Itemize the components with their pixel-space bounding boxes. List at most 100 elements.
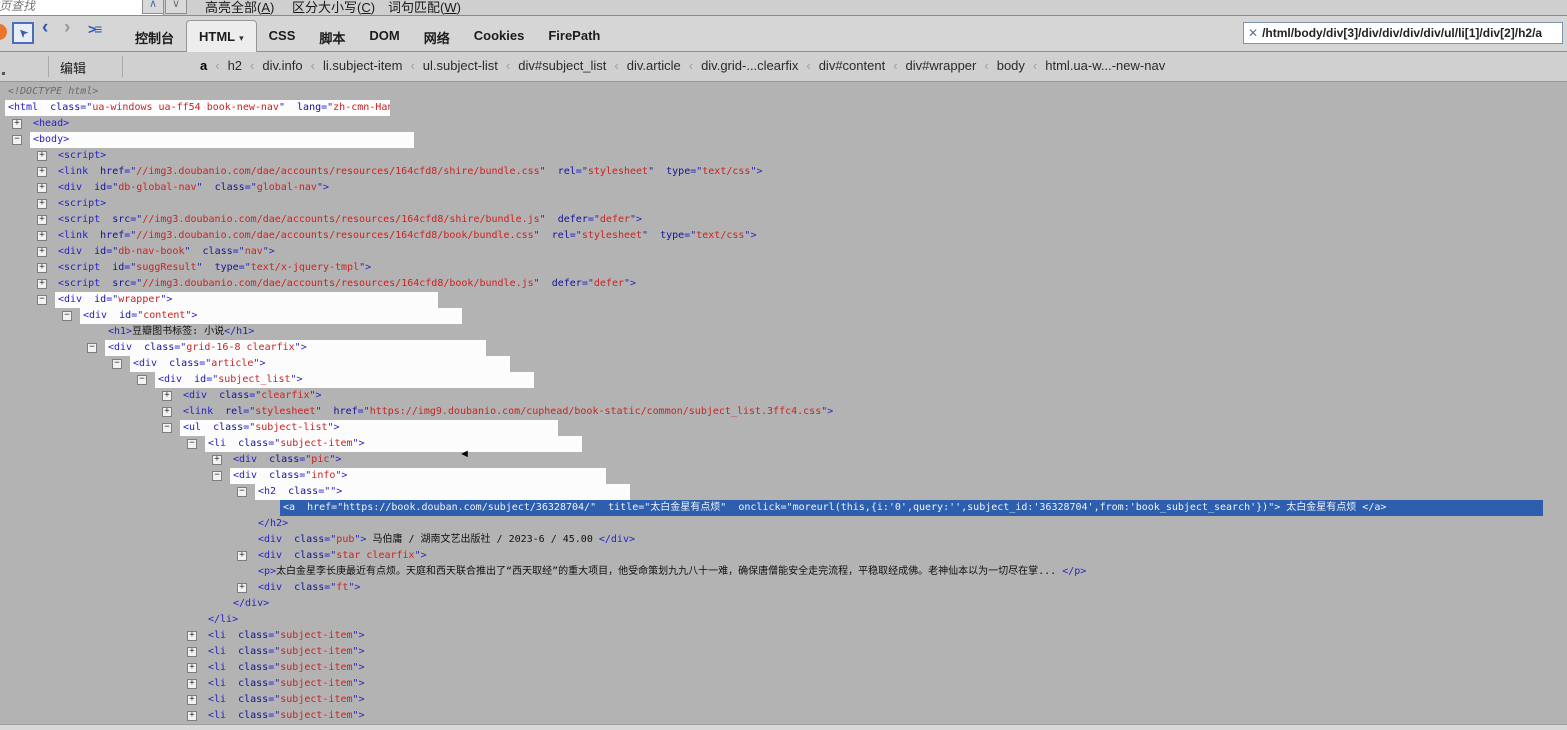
whole-words-toggle[interactable]: 词句匹配(W) — [388, 0, 461, 15]
breadcrumb-item-div.article[interactable]: div.article — [623, 58, 685, 73]
edit-button[interactable]: 编辑 — [60, 58, 86, 77]
tree-row[interactable]: − <ul class="subject-list"> — [0, 420, 1567, 436]
clear-xpath-icon[interactable]: ✕ — [1244, 26, 1262, 40]
tree-row[interactable]: + <div class="pic"> — [0, 452, 1567, 468]
tab-firepath[interactable]: FirePath — [536, 22, 612, 52]
tree-row[interactable]: + <script> — [0, 196, 1567, 212]
expand-icon[interactable]: + — [187, 711, 197, 721]
tree-row[interactable]: − <body> — [0, 132, 1567, 148]
tab-控制台[interactable]: 控制台 — [123, 22, 186, 52]
expand-icon[interactable]: + — [37, 215, 47, 225]
find-input[interactable] — [0, 0, 164, 15]
tree-row[interactable]: + <div class="star clearfix"> — [0, 548, 1567, 564]
expand-icon[interactable]: + — [37, 151, 47, 161]
expand-icon[interactable]: + — [162, 407, 172, 417]
tree-row[interactable]: + <script> — [0, 148, 1567, 164]
back-icon[interactable]: ‹ — [42, 17, 48, 39]
find-previous-button[interactable]: ∧ — [142, 0, 164, 14]
tree-row[interactable]: + <link href="//img3.doubanio.com/dae/acc… — [0, 228, 1567, 244]
tree-row[interactable]: + <link href="//img3.doubanio.com/dae/acc… — [0, 164, 1567, 180]
tree-row[interactable]: </div> — [0, 596, 1567, 612]
expand-icon[interactable]: + — [237, 583, 247, 593]
tree-row[interactable]: − <div id="subject_list"> — [0, 372, 1567, 388]
tree-row[interactable]: − <div id="wrapper"> — [0, 292, 1567, 308]
collapse-icon[interactable]: − — [112, 359, 122, 369]
tree-row[interactable]: <p>太白金星李长庚最近有点烦。天庭和西天联合推出了“西天取经”的重大项目，他受… — [0, 564, 1567, 580]
expand-icon[interactable]: + — [187, 695, 197, 705]
tree-row[interactable]: </li> — [0, 612, 1567, 628]
tree-row[interactable]: + <script id="suggResult" type="text/x-jq… — [0, 260, 1567, 276]
tree-row[interactable]: − <h2 class=""> — [0, 484, 1567, 500]
tree-row[interactable]: + <li class="subject-item"> — [0, 708, 1567, 724]
tree-row[interactable]: <div class="pub"> 马伯庸 / 湖南文艺出版社 / 2023-6… — [0, 532, 1567, 548]
tree-row[interactable]: + <div id="db-global-nav" class="global-n… — [0, 180, 1567, 196]
expand-icon[interactable]: + — [237, 551, 247, 561]
match-case-toggle[interactable]: 区分大小写(C) — [292, 0, 375, 15]
breadcrumb-item-ul.subject-list[interactable]: ul.subject-list — [419, 58, 502, 73]
tab-html[interactable]: HTML ▾ — [186, 20, 257, 52]
collapse-icon[interactable]: − — [237, 487, 247, 497]
tab-cookies[interactable]: Cookies — [462, 22, 537, 52]
collapse-icon[interactable]: − — [12, 135, 22, 145]
tree-row[interactable]: − <div class="info"> — [0, 468, 1567, 484]
collapse-icon[interactable]: − — [62, 311, 72, 321]
expand-icon[interactable]: + — [37, 279, 47, 289]
tree-row[interactable]: + <li class="subject-item"> — [0, 628, 1567, 644]
tree-row[interactable]: + <script src="//img3.doubanio.com/dae/ac… — [0, 276, 1567, 292]
tree-row[interactable]: − <div class="article"> — [0, 356, 1567, 372]
forward-icon[interactable]: › — [64, 17, 70, 39]
inspect-element-icon[interactable]: ➤ — [12, 22, 34, 44]
expand-icon[interactable]: + — [37, 183, 47, 193]
breadcrumb-item-a[interactable]: a — [196, 58, 211, 73]
collapse-icon[interactable]: − — [187, 439, 197, 449]
collapse-icon[interactable]: − — [162, 423, 172, 433]
expand-icon[interactable]: + — [37, 199, 47, 209]
tree-row[interactable]: − <div id="content"> — [0, 308, 1567, 324]
tree-row[interactable]: <html class="ua-windows ua-ff54 book-new… — [0, 100, 1567, 116]
breadcrumb-item-div#subject_list[interactable]: div#subject_list — [514, 58, 610, 73]
tree-row[interactable]: + <script src="//img3.doubanio.com/dae/ac… — [0, 212, 1567, 228]
collapse-icon[interactable]: − — [87, 343, 97, 353]
breadcrumb-item-body[interactable]: body — [993, 58, 1029, 73]
tree-row[interactable]: + <div class="clearfix"> — [0, 388, 1567, 404]
tree-row[interactable]: + <li class="subject-item"> — [0, 644, 1567, 660]
expand-icon[interactable]: + — [187, 679, 197, 689]
tree-row[interactable]: − <div class="grid-16-8 clearfix"> — [0, 340, 1567, 356]
tab-css[interactable]: CSS — [257, 22, 308, 52]
firebug-icon[interactable] — [0, 24, 7, 40]
tree-row[interactable]: + <div class="ft"> — [0, 580, 1567, 596]
chevron-down-icon[interactable]: ▾ — [239, 33, 244, 43]
expand-icon[interactable]: + — [187, 647, 197, 657]
breadcrumb-item-div.info[interactable]: div.info — [258, 58, 306, 73]
expand-icon[interactable]: + — [37, 231, 47, 241]
command-line-icon[interactable]: >≡ — [88, 21, 102, 37]
breadcrumb-item-html.ua-w...-new-nav[interactable]: html.ua-w...-new-nav — [1041, 58, 1169, 73]
breadcrumb-item-li.subject-item[interactable]: li.subject-item — [319, 58, 406, 73]
tree-row[interactable]: </h2> — [0, 516, 1567, 532]
tree-row[interactable]: + <li class="subject-item"> — [0, 660, 1567, 676]
expand-icon[interactable]: + — [37, 167, 47, 177]
breadcrumb-item-div#content[interactable]: div#content — [815, 58, 890, 73]
expand-icon[interactable]: + — [162, 391, 172, 401]
tree-row[interactable]: <!DOCTYPE html> — [0, 84, 1567, 100]
collapse-icon[interactable]: − — [37, 295, 47, 305]
tree-row[interactable]: + <div id="db-nav-book" class="nav"> — [0, 244, 1567, 260]
tab-脚本[interactable]: 脚本 — [307, 22, 357, 52]
collapse-icon[interactable]: − — [137, 375, 147, 385]
breadcrumb-item-h2[interactable]: h2 — [224, 58, 246, 73]
tree-row[interactable]: <a href="https://book.douban.com/subject… — [0, 500, 1567, 516]
expand-icon[interactable]: + — [37, 247, 47, 257]
html-tree-panel[interactable]: <!DOCTYPE html> <html class="ua-windows u… — [0, 82, 1567, 724]
collapse-icon[interactable]: − — [212, 471, 222, 481]
tree-row[interactable]: + <link rel="stylesheet" href="https://im… — [0, 404, 1567, 420]
tree-row[interactable]: + <li class="subject-item"> — [0, 692, 1567, 708]
tab-dom[interactable]: DOM — [357, 22, 411, 52]
expand-icon[interactable]: + — [187, 663, 197, 673]
breadcrumb-item-div#wrapper[interactable]: div#wrapper — [902, 58, 981, 73]
find-next-button[interactable]: ∨ — [165, 0, 187, 14]
tab-网络[interactable]: 网络 — [412, 22, 462, 52]
tree-row[interactable]: + <head> — [0, 116, 1567, 132]
expand-icon[interactable]: + — [212, 455, 222, 465]
tree-row[interactable]: − <li class="subject-item"> — [0, 436, 1567, 452]
expand-icon[interactable]: + — [187, 631, 197, 641]
